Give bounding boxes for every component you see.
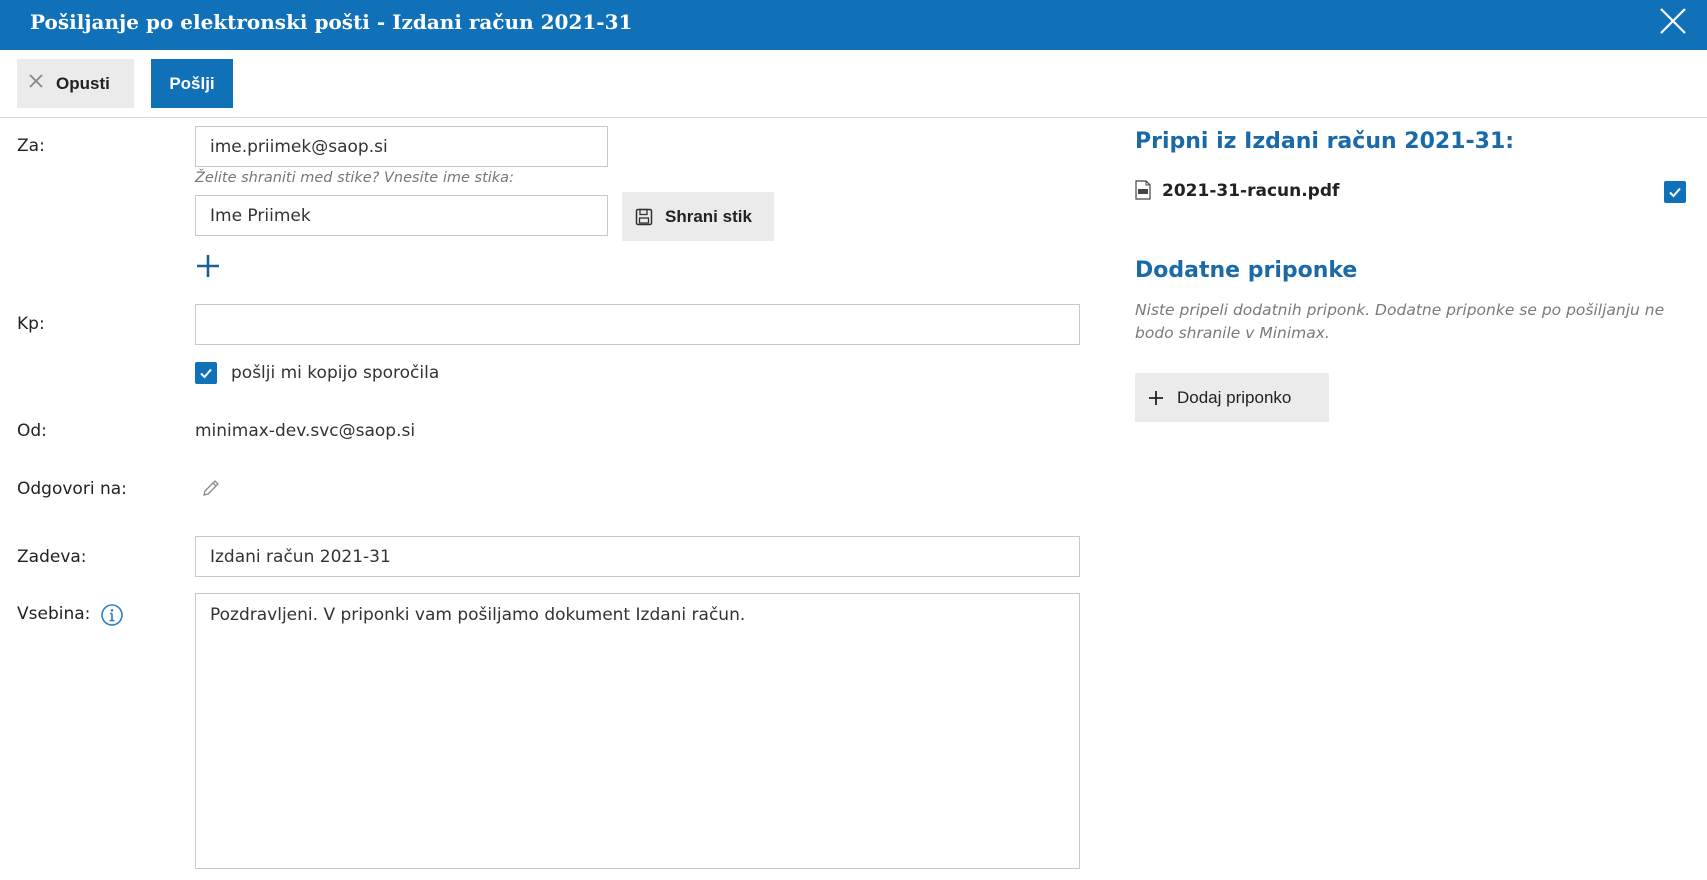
cancel-button[interactable]: Opusti	[17, 59, 134, 108]
checkmark-icon	[199, 366, 213, 380]
add-attachment-button[interactable]: Dodaj priponko	[1135, 373, 1329, 422]
pdf-file-icon	[1135, 180, 1151, 200]
send-copy-checkbox[interactable]	[195, 362, 217, 384]
body-textarea[interactable]: Pozdravljeni. V priponki vam pošiljamo d…	[195, 593, 1080, 869]
contact-name-input[interactable]	[195, 195, 608, 236]
subject-input[interactable]	[195, 536, 1080, 577]
info-icon[interactable]	[100, 603, 124, 627]
to-label: Za:	[17, 136, 45, 156]
checkmark-icon	[1668, 185, 1682, 199]
close-icon[interactable]	[1657, 5, 1689, 37]
attach-from-title: Pripni iz Izdani račun 2021-31:	[1135, 129, 1515, 154]
add-attachment-label: Dodaj priponko	[1177, 387, 1292, 407]
close-icon	[28, 73, 44, 94]
dialog-title: Pošiljanje po elektronski pošti - Izdani…	[30, 10, 633, 34]
save-contact-hint: Želite shraniti med stike? Vnesite ime s…	[195, 170, 514, 186]
attachment-file-name: 2021-31-racun.pdf	[1162, 181, 1340, 201]
additional-attachments-title: Dodatne priponke	[1135, 258, 1358, 283]
pencil-icon[interactable]	[200, 477, 222, 499]
cc-label: Kp:	[17, 314, 45, 334]
attachment-checkbox[interactable]	[1664, 181, 1686, 203]
body-label: Vsebina:	[17, 604, 91, 624]
toolbar: Opusti Pošlji	[0, 50, 1707, 118]
subject-label: Zadeva:	[17, 547, 87, 567]
cancel-button-label: Opusti	[56, 73, 110, 93]
dialog-title-bar: Pošiljanje po elektronski pošti - Izdani…	[0, 0, 1707, 50]
send-button[interactable]: Pošlji	[151, 59, 233, 108]
floppy-disk-icon	[635, 208, 653, 226]
plus-icon	[1148, 390, 1164, 406]
from-value: minimax-dev.svc@saop.si	[195, 421, 416, 441]
from-label: Od:	[17, 421, 47, 441]
additional-attachments-note: Niste pripeli dodatnih priponk. Dodatne …	[1135, 301, 1665, 342]
add-recipient-icon[interactable]	[195, 253, 221, 279]
save-contact-label: Shrani stik	[665, 206, 752, 226]
reply-to-label: Odgovori na:	[17, 479, 127, 499]
save-contact-button[interactable]: Shrani stik	[622, 192, 774, 241]
cc-input[interactable]	[195, 304, 1080, 345]
send-copy-label: pošlji mi kopijo sporočila	[231, 363, 440, 383]
to-email-input[interactable]	[195, 126, 608, 167]
